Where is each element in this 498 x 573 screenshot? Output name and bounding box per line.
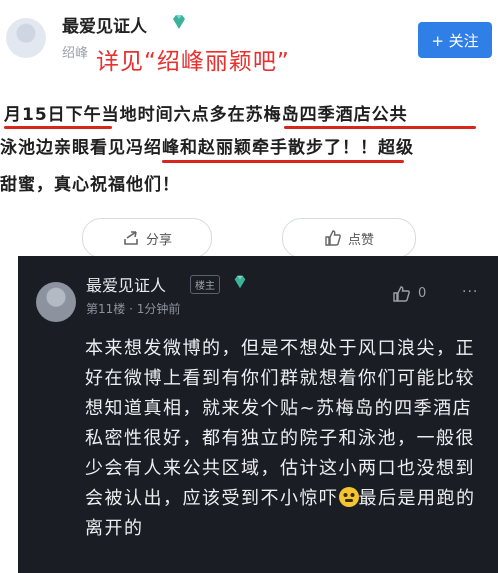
vip-diamond-icon: [234, 275, 246, 289]
follow-button[interactable]: + 关注: [418, 22, 492, 58]
comment-floor-time: 第11楼 · 1分钟前: [86, 302, 181, 316]
post-line-2: 泳池边亲眼看见冯绍峰和赵丽颖牵手散步了！！超级: [0, 138, 414, 158]
thumbs-up-icon: [325, 230, 341, 246]
like-label: 点赞: [347, 232, 374, 248]
post-meta: 绍峰: [62, 46, 89, 61]
comment-username[interactable]: 最爱见证人: [86, 272, 166, 296]
like-icon[interactable]: [392, 284, 412, 304]
comment-avatar[interactable]: [36, 282, 76, 322]
op-badge: 楼主: [190, 275, 220, 294]
like-button[interactable]: 点赞: [282, 218, 416, 258]
comment-like-count: 0: [418, 286, 427, 301]
comment-text: 本来想发微博的，但是不想处于风口浪尖，正好在微博上看到有你们群就想着你们可能比较…: [85, 338, 475, 509]
underline-names: [162, 160, 404, 163]
comment-body: 本来想发微博的，但是不想处于风口浪尖，正好在微博上看到有你们群就想着你们可能比较…: [85, 334, 485, 544]
overlay-caption: 详见“绍峰丽颖吧”: [96, 49, 290, 75]
vip-diamond-icon: [173, 15, 185, 29]
post-username[interactable]: 最爱见证人: [62, 12, 147, 37]
avatar[interactable]: [6, 18, 46, 58]
more-options-icon[interactable]: ···: [462, 284, 478, 300]
share-button[interactable]: 分享: [82, 218, 212, 258]
post-line-1: 月15日下午当地时间六点多在苏梅岛四季酒店公共: [4, 105, 408, 125]
underline-date: [4, 126, 112, 129]
shocked-emoji-icon: [338, 487, 359, 507]
share-icon: [124, 231, 138, 245]
underline-hotel: [284, 126, 476, 129]
post-line-3: 甜蜜，真心祝福他们！: [0, 175, 180, 195]
share-label: 分享: [145, 232, 172, 248]
